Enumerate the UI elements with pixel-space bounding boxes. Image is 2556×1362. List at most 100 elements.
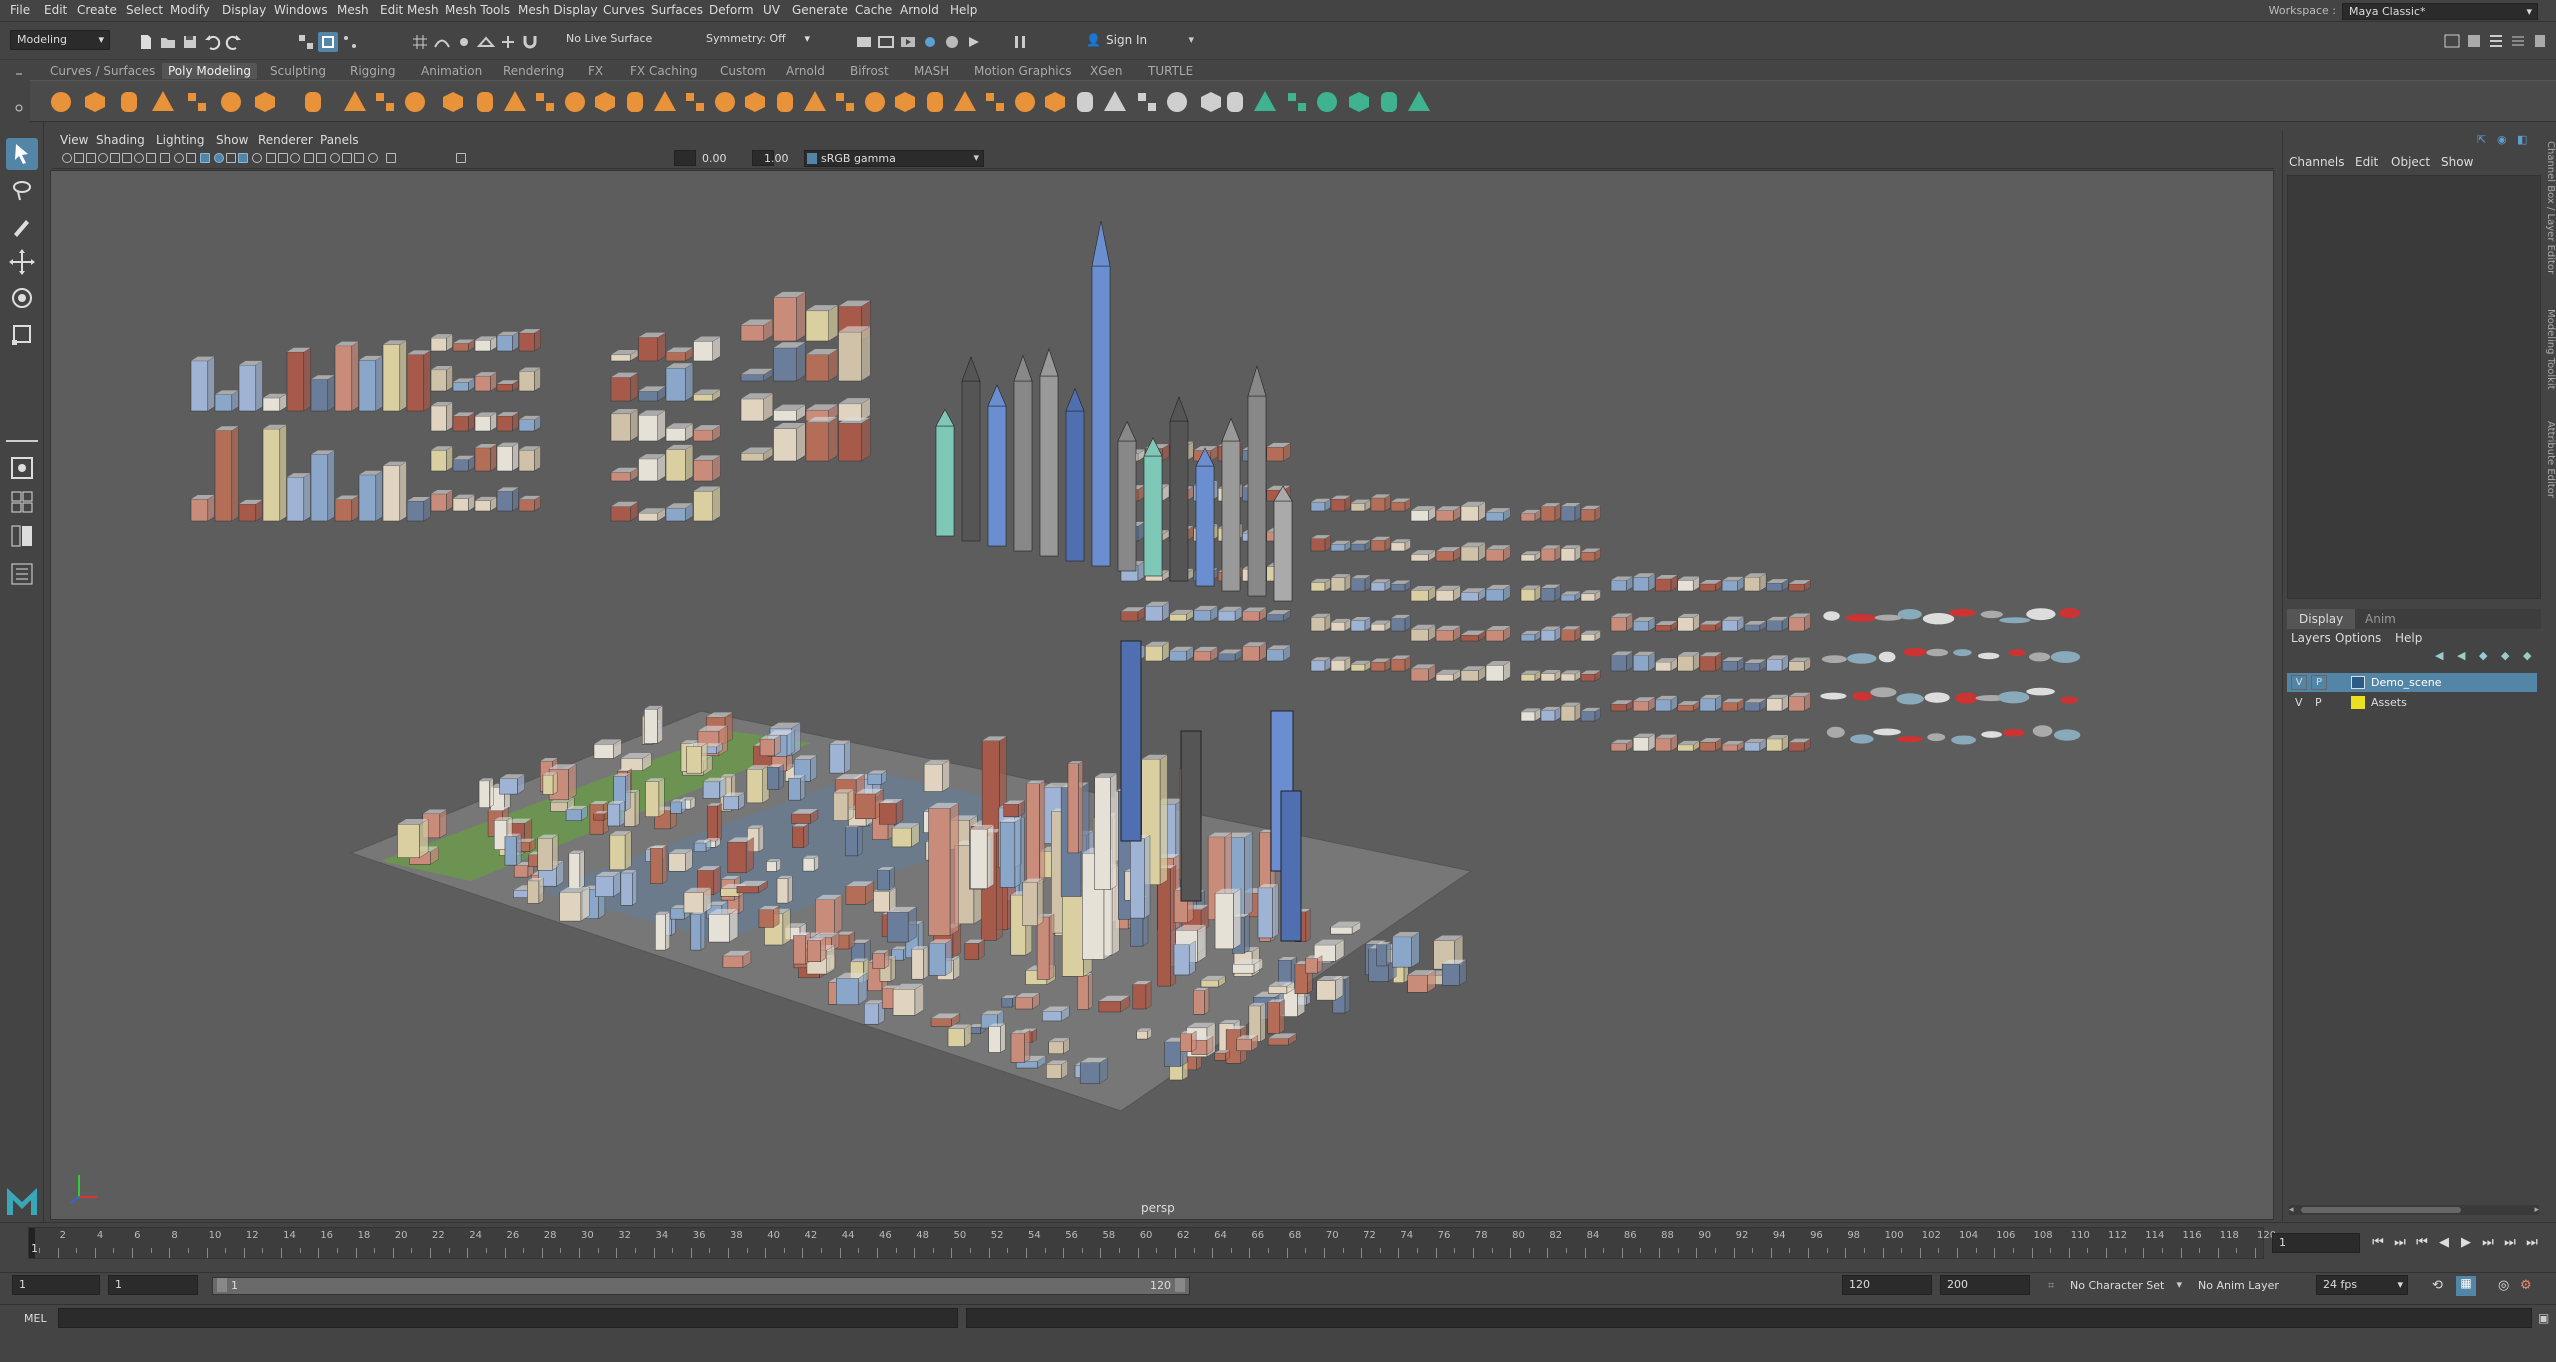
mel-command-input[interactable] bbox=[58, 1308, 958, 1328]
separate-icon[interactable] bbox=[500, 87, 530, 117]
automatic-uv-icon[interactable] bbox=[1250, 87, 1280, 117]
shelf-tab-poly-modeling[interactable]: Poly Modeling bbox=[162, 63, 257, 79]
shelf-tab-bifrost[interactable]: Bifrost bbox=[844, 63, 895, 79]
wireframe-icon[interactable] bbox=[200, 153, 210, 163]
character-set-dropdown[interactable]: ⌗ No Character Set ▾ bbox=[2046, 1277, 2186, 1295]
offset-edge-icon[interactable] bbox=[980, 87, 1010, 117]
rotate-tool-icon[interactable] bbox=[6, 282, 38, 314]
xray-components-icon[interactable] bbox=[368, 153, 378, 163]
symmetry-dropdown[interactable]: Symmetry: Off ▾ bbox=[700, 30, 810, 50]
animation-start-field[interactable]: 1 bbox=[12, 1275, 100, 1295]
outliner-icon[interactable] bbox=[6, 558, 38, 590]
boolean-icon[interactable] bbox=[560, 87, 590, 117]
channel-menu-show[interactable]: Show bbox=[2441, 155, 2473, 169]
target-weld-icon[interactable] bbox=[1040, 87, 1070, 117]
layer-row-demo-scene[interactable]: V P Demo_scene bbox=[2287, 673, 2537, 692]
shelf-tab-fx-caching[interactable]: FX Caching bbox=[624, 63, 703, 79]
poly-pyramid-icon[interactable] bbox=[340, 87, 370, 117]
script-language-label[interactable]: MEL bbox=[24, 1312, 47, 1325]
persp-outliner-layout-icon[interactable] bbox=[6, 520, 38, 552]
append-icon[interactable] bbox=[890, 87, 920, 117]
go-to-end-icon[interactable]: ⏭ bbox=[2524, 1235, 2540, 1251]
playback-start-field[interactable]: 1 bbox=[108, 1275, 198, 1295]
scale-tool-icon[interactable] bbox=[6, 318, 38, 350]
range-slider[interactable]: 1 120 bbox=[212, 1277, 1190, 1295]
playback-end-field[interactable]: 120 bbox=[1842, 1275, 1932, 1295]
channel-menu-channels[interactable]: Channels bbox=[2289, 155, 2345, 169]
uv-editor-icon[interactable] bbox=[1374, 87, 1404, 117]
screen-space-ao-icon[interactable] bbox=[278, 153, 288, 163]
single-perspective-view-icon[interactable] bbox=[6, 452, 38, 484]
undo-icon[interactable] bbox=[202, 32, 222, 52]
safe-title-icon[interactable] bbox=[186, 153, 196, 163]
layer-display-type-toggle[interactable] bbox=[2331, 675, 2347, 690]
menu-edit-mesh[interactable]: Edit Mesh bbox=[380, 3, 439, 17]
poly-cone-icon[interactable] bbox=[148, 87, 178, 117]
camera-attributes-icon[interactable] bbox=[74, 153, 84, 163]
select-object-icon[interactable] bbox=[318, 32, 338, 52]
fill-hole-icon[interactable] bbox=[650, 87, 680, 117]
snap-curve-icon[interactable] bbox=[432, 32, 452, 52]
sew-uv-icon[interactable] bbox=[1312, 87, 1342, 117]
step-forward-frame-icon[interactable]: ⏭ bbox=[2480, 1235, 2496, 1251]
smooth-shade-icon[interactable] bbox=[214, 153, 224, 163]
shelf-tab-rendering[interactable]: Rendering bbox=[497, 63, 570, 79]
new-scene-icon[interactable] bbox=[136, 32, 156, 52]
insert-loop-icon[interactable] bbox=[1010, 87, 1040, 117]
sculpt-icon[interactable] bbox=[1070, 87, 1100, 117]
mirror-icon[interactable] bbox=[620, 87, 650, 117]
gamma-icon[interactable] bbox=[456, 153, 466, 163]
shelf-tab-arnold[interactable]: Arnold bbox=[780, 63, 831, 79]
viewport-menu-renderer[interactable]: Renderer bbox=[258, 133, 313, 147]
select-hierarchy-icon[interactable] bbox=[296, 32, 316, 52]
side-tab-channel-box[interactable]: Channel Box / Layer Editor bbox=[2545, 141, 2556, 274]
layer-menu-layers[interactable]: Layers bbox=[2291, 631, 2331, 645]
shadows-icon[interactable] bbox=[266, 153, 276, 163]
range-slider-handle[interactable]: 1 120 bbox=[213, 1278, 1189, 1294]
loop-icon[interactable]: ⟲ bbox=[2432, 1278, 2443, 1293]
viewport-menu-shading[interactable]: Shading bbox=[96, 133, 145, 147]
pause-icon[interactable] bbox=[1010, 32, 1030, 52]
layer-playback-toggle[interactable]: P bbox=[2311, 675, 2327, 690]
menu-uv[interactable]: UV bbox=[763, 3, 780, 17]
combine-icon[interactable] bbox=[470, 87, 500, 117]
move-layer-up-icon[interactable]: ◀ bbox=[2435, 649, 2443, 662]
script-editor-icon[interactable]: ▣ bbox=[2538, 1311, 2549, 1325]
menu-mesh-display[interactable]: Mesh Display bbox=[518, 3, 598, 17]
channel-menu-object[interactable]: Object bbox=[2391, 155, 2430, 169]
tool-toggle-icon[interactable]: ◧ bbox=[2517, 133, 2527, 146]
fps-dropdown[interactable]: 24 fps ▾ bbox=[2316, 1275, 2408, 1295]
new-empty-layer-icon[interactable]: ◆ bbox=[2479, 649, 2487, 662]
anim-layer-dropdown[interactable]: No Anim Layer bbox=[2194, 1277, 2314, 1295]
perspective-viewport[interactable]: persp bbox=[50, 170, 2274, 1220]
menu-help[interactable]: Help bbox=[950, 3, 977, 17]
layer-menu-help[interactable]: Help bbox=[2395, 631, 2422, 645]
modeling-toolkit-icon[interactable] bbox=[2464, 31, 2484, 51]
platonic-solid-icon[interactable] bbox=[298, 87, 328, 117]
poly-plane-icon[interactable] bbox=[216, 87, 246, 117]
lasso-tool-icon[interactable] bbox=[6, 174, 38, 206]
menu-file[interactable]: File bbox=[10, 3, 30, 17]
shelf-tab-sculpting[interactable]: Sculpting bbox=[264, 63, 332, 79]
shelf-tab-mash[interactable]: MASH bbox=[908, 63, 955, 79]
shelf-tab-turtle[interactable]: TURTLE bbox=[1142, 63, 1199, 79]
slide-edge-icon[interactable] bbox=[1100, 87, 1130, 117]
safe-action-icon[interactable] bbox=[174, 153, 184, 163]
viewport-menu-lighting[interactable]: Lighting bbox=[156, 133, 205, 147]
channel-box-icon[interactable] bbox=[2530, 31, 2550, 51]
unfold-uv-icon[interactable] bbox=[1344, 87, 1374, 117]
xray-icon[interactable] bbox=[342, 153, 352, 163]
menu-select[interactable]: Select bbox=[126, 3, 163, 17]
cut-uv-icon[interactable] bbox=[1282, 87, 1312, 117]
layer-horizontal-scrollbar[interactable]: ◂ ▸ bbox=[2289, 1205, 2539, 1215]
gate-mask-icon[interactable] bbox=[146, 153, 156, 163]
textured-icon[interactable] bbox=[238, 153, 248, 163]
average-icon[interactable] bbox=[710, 87, 740, 117]
four-view-layout-icon[interactable] bbox=[6, 486, 38, 518]
snap-view-plane-icon[interactable] bbox=[476, 32, 496, 52]
menu-cache[interactable]: Cache bbox=[855, 3, 892, 17]
shelf-tab-curves-surfaces[interactable]: Curves / Surfaces bbox=[44, 63, 161, 79]
grid-icon[interactable] bbox=[110, 153, 120, 163]
xray-joints-icon[interactable] bbox=[354, 153, 364, 163]
snap-point-icon[interactable] bbox=[454, 32, 474, 52]
